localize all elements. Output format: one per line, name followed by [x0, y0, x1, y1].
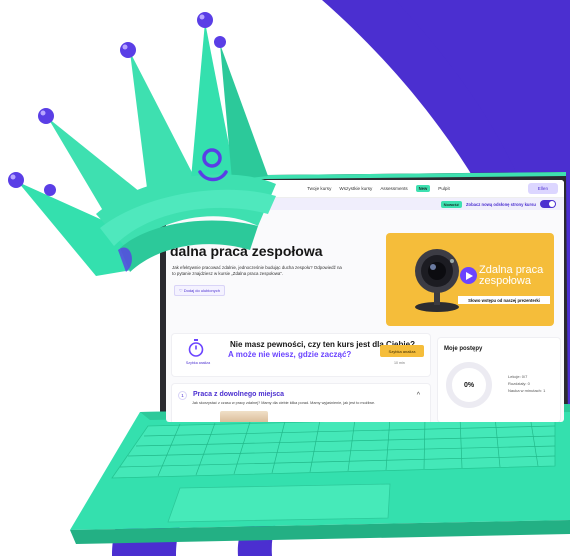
promo-scene: Twoje kursy Wszystkie kursy Assessments …	[0, 0, 570, 556]
crown-illustration	[8, 12, 276, 276]
